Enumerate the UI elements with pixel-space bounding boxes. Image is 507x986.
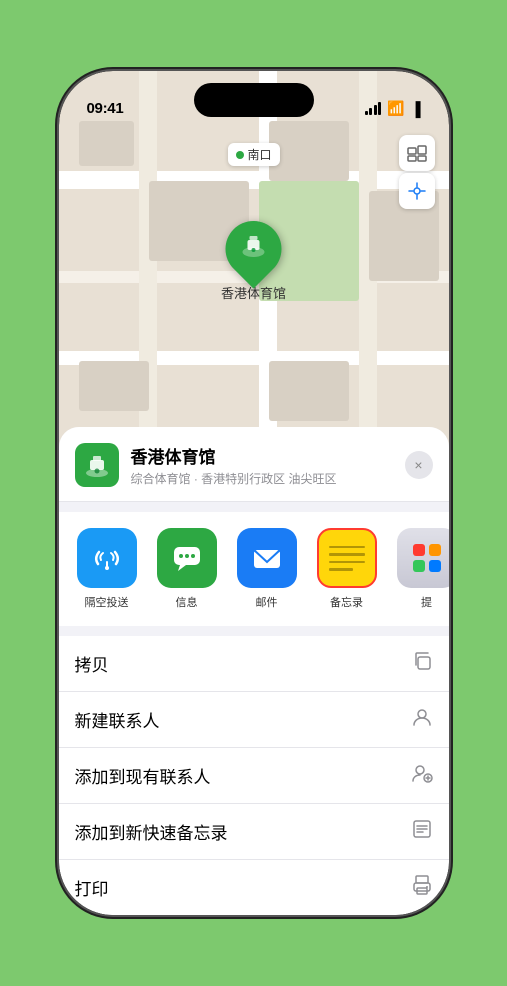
quick-notes-icon	[411, 818, 433, 845]
location-button[interactable]	[399, 173, 435, 209]
print-label: 打印	[75, 875, 109, 900]
new-contact-icon	[411, 706, 433, 733]
phone-frame: 09:41 📶 ▐ 南口	[59, 71, 449, 915]
share-app-airdrop[interactable]: 隔空投送	[75, 528, 139, 610]
venue-icon	[75, 443, 119, 487]
location-dot	[235, 151, 243, 159]
notes-label: 备忘录	[330, 594, 363, 610]
venue-name: 香港体育馆	[131, 443, 393, 468]
airdrop-label: 隔空投送	[85, 594, 129, 610]
status-time: 09:41	[87, 100, 124, 117]
pin-icon	[239, 232, 267, 266]
new-contact-label: 新建联系人	[75, 707, 160, 732]
location-text: 南口	[247, 146, 271, 163]
add-contact-label: 添加到现有联系人	[75, 763, 211, 788]
action-list: 拷贝 新建联系人	[59, 636, 449, 915]
mail-icon	[237, 528, 297, 588]
add-contact-icon	[411, 762, 433, 789]
action-new-contact[interactable]: 新建联系人	[59, 692, 449, 748]
location-pin: 香港体育馆	[221, 221, 286, 302]
venue-info: 香港体育馆 综合体育馆 · 香港特别行政区 油尖旺区	[131, 443, 393, 487]
share-app-notes[interactable]: 备忘录	[315, 528, 379, 610]
action-add-contact[interactable]: 添加到现有联系人	[59, 748, 449, 804]
more-apps-grid	[413, 544, 441, 572]
copy-label: 拷贝	[75, 651, 109, 676]
action-copy[interactable]: 拷贝	[59, 636, 449, 692]
messages-label: 信息	[176, 594, 198, 610]
copy-icon	[411, 650, 433, 677]
airdrop-icon	[77, 528, 137, 588]
mail-label: 邮件	[256, 594, 278, 610]
share-apps-list: 隔空投送 信息	[75, 528, 433, 610]
dynamic-island	[194, 83, 314, 117]
pin-marker	[214, 209, 293, 288]
venue-subtitle: 综合体育馆 · 香港特别行政区 油尖旺区	[131, 470, 393, 487]
bottom-sheet: 香港体育馆 综合体育馆 · 香港特别行政区 油尖旺区 ×	[59, 427, 449, 915]
share-app-mail[interactable]: 邮件	[235, 528, 299, 610]
quick-notes-label: 添加到新快速备忘录	[75, 819, 228, 844]
action-print[interactable]: 打印	[59, 860, 449, 915]
signal-icon	[365, 102, 382, 115]
share-row: 隔空投送 信息	[59, 512, 449, 626]
status-icons: 📶 ▐	[365, 100, 421, 117]
wifi-icon: 📶	[387, 100, 404, 117]
notes-icon	[317, 528, 377, 588]
messages-icon	[157, 528, 217, 588]
print-icon	[411, 874, 433, 901]
action-quick-notes[interactable]: 添加到新快速备忘录	[59, 804, 449, 860]
map-location-label: 南口	[227, 143, 279, 166]
close-button[interactable]: ×	[405, 451, 433, 479]
battery-icon: ▐	[411, 101, 421, 117]
share-app-more[interactable]: 提	[395, 528, 449, 610]
map-controls	[399, 135, 435, 209]
share-app-messages[interactable]: 信息	[155, 528, 219, 610]
sheet-header: 香港体育馆 综合体育馆 · 香港特别行政区 油尖旺区 ×	[59, 427, 449, 502]
notes-lines	[329, 546, 365, 571]
map-view-button[interactable]	[399, 135, 435, 171]
more-icon	[397, 528, 449, 588]
more-label: 提	[421, 594, 432, 610]
